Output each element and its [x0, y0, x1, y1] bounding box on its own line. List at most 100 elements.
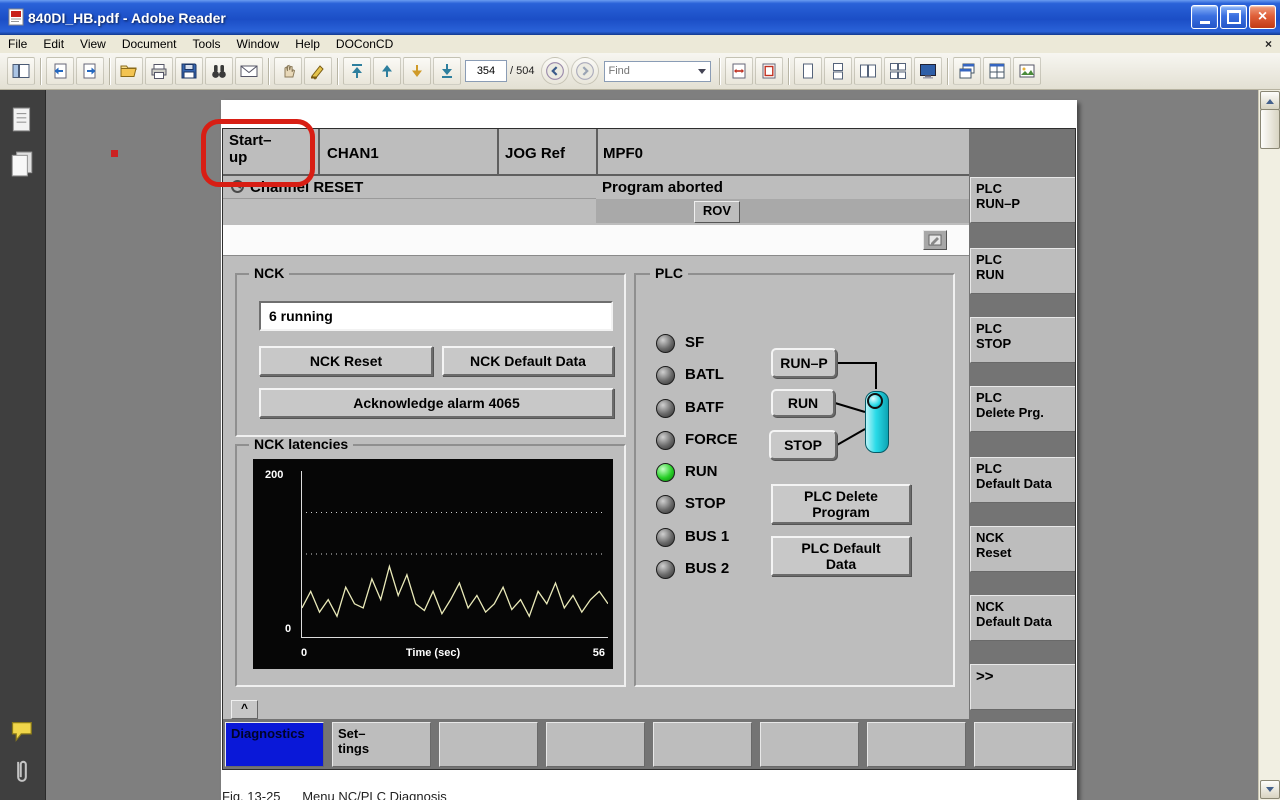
sign-tool-button[interactable]: [304, 57, 332, 85]
nck-reset-button[interactable]: NCK Reset: [259, 346, 433, 376]
scroll-down-button[interactable]: [1260, 780, 1280, 799]
menu-item-tools[interactable]: Tools: [185, 36, 229, 52]
save-button[interactable]: [175, 57, 203, 85]
scrollbar-thumb[interactable]: [1260, 109, 1280, 149]
continuous-button[interactable]: [824, 57, 853, 85]
picture-tasks-button[interactable]: [1013, 57, 1042, 85]
last-page-button[interactable]: [433, 57, 461, 85]
latencies-group-title: NCK latencies: [249, 437, 354, 451]
vertical-scrollbar[interactable]: [1258, 90, 1280, 800]
alarm-line: [223, 225, 969, 256]
find-box[interactable]: [604, 60, 712, 82]
print-button[interactable]: [145, 57, 173, 85]
full-screen-button[interactable]: [914, 57, 943, 85]
facing-button[interactable]: [854, 57, 883, 85]
header-mode-label: JOG Ref: [505, 145, 566, 162]
nck-default-data-button[interactable]: NCK Default Data: [442, 346, 614, 376]
single-page-button[interactable]: [794, 57, 823, 85]
plc-delete-program-button[interactable]: PLC Delete Program: [771, 484, 911, 524]
softkey-settings[interactable]: Set– tings: [332, 722, 431, 767]
open-button[interactable]: [115, 57, 143, 85]
latency-chart: 200 0 0 Time (sec) 56: [253, 459, 613, 669]
minimize-button[interactable]: [1191, 5, 1218, 29]
softkey-nck-reset[interactable]: NCK Reset: [970, 526, 1075, 572]
pages-panel-icon[interactable]: [10, 106, 34, 134]
annotation-mark: [111, 150, 118, 157]
previous-view-button[interactable]: [541, 57, 570, 85]
sign-tool-icon: [311, 65, 324, 80]
bookmarks-panel-icon[interactable]: [10, 150, 34, 178]
tile-windows-button[interactable]: [983, 57, 1012, 85]
page-number-input[interactable]: [465, 60, 507, 82]
recall-softkey[interactable]: ^: [231, 700, 258, 719]
switch-stop-button[interactable]: STOP: [769, 430, 837, 460]
fit-width-button[interactable]: [725, 57, 754, 85]
softkey-plc-default-data[interactable]: PLC Default Data: [970, 457, 1075, 503]
next-page-button[interactable]: [403, 57, 431, 85]
search-button[interactable]: [205, 57, 233, 85]
next-view-icon: [576, 62, 595, 80]
close-button[interactable]: ×: [1249, 5, 1276, 29]
softkey-diagnostics[interactable]: Diagnostics: [225, 722, 324, 767]
softkey-empty-3[interactable]: [439, 722, 538, 767]
toolbar: / 504: [0, 53, 1280, 90]
softkey-plc-run-p[interactable]: PLC RUN–P: [970, 177, 1075, 223]
adobe-reader-window: 840DI_HB.pdf - Adobe Reader × File Edit …: [0, 0, 1280, 800]
menu-item-file[interactable]: File: [0, 36, 35, 52]
led-stop-label: STOP: [685, 495, 726, 512]
softkey-more[interactable]: >>: [970, 664, 1075, 710]
softkey-nck-default-data[interactable]: NCK Default Data: [970, 595, 1075, 641]
navigation-sidebar: [0, 90, 46, 800]
previous-document-button[interactable]: [46, 57, 74, 85]
menu-item-doconcd[interactable]: DOConCD: [328, 36, 401, 52]
fit-page-button[interactable]: [755, 57, 784, 85]
softkey-empty-5[interactable]: [653, 722, 752, 767]
softkey-plc-delete-prg[interactable]: PLC Delete Prg.: [970, 386, 1075, 432]
menu-item-help[interactable]: Help: [287, 36, 328, 52]
plc-default-data-button[interactable]: PLC Default Data: [771, 536, 911, 576]
pencil-icon: [928, 234, 942, 246]
menu-item-edit[interactable]: Edit: [35, 36, 72, 52]
next-view-button[interactable]: [571, 57, 600, 85]
switch-run-p-button[interactable]: RUN–P: [771, 348, 837, 378]
softkey-plc-run[interactable]: PLC RUN: [970, 248, 1075, 294]
attachments-panel-icon[interactable]: [13, 758, 31, 786]
softkey-plc-stop[interactable]: PLC STOP: [970, 317, 1075, 363]
x-axis-max-label: 56: [592, 647, 605, 659]
comments-panel-icon[interactable]: [10, 720, 35, 744]
continuous-facing-button[interactable]: [884, 57, 913, 85]
softkey-empty-8[interactable]: [974, 722, 1073, 767]
navigation-panels-icon: [12, 64, 30, 78]
plc-group-title: PLC: [650, 266, 688, 280]
softkey-empty-4[interactable]: [546, 722, 645, 767]
maximize-button[interactable]: [1220, 5, 1247, 29]
alarm-edit-button[interactable]: [923, 230, 947, 250]
led-stop: [656, 495, 675, 514]
next-document-button[interactable]: [76, 57, 104, 85]
find-dropdown-icon[interactable]: [698, 68, 707, 78]
menu-item-document[interactable]: Document: [114, 36, 185, 52]
continuous-icon: [833, 63, 844, 80]
rov-badge: ROV: [694, 201, 740, 223]
softkey-empty-6[interactable]: [760, 722, 859, 767]
cascade-windows-button[interactable]: [953, 57, 982, 85]
title-bar[interactable]: 840DI_HB.pdf - Adobe Reader ×: [0, 0, 1280, 35]
scroll-up-button[interactable]: [1260, 91, 1280, 110]
first-page-button[interactable]: [343, 57, 371, 85]
email-button[interactable]: [235, 57, 263, 85]
minimize-icon: [1199, 20, 1210, 24]
previous-page-button[interactable]: [373, 57, 401, 85]
hand-tool-button[interactable]: [274, 57, 302, 85]
switch-run-button[interactable]: RUN: [771, 389, 835, 417]
acknowledge-alarm-button[interactable]: Acknowledge alarm 4065: [259, 388, 614, 418]
rov-strip: ROV: [596, 199, 969, 223]
led-force-label: FORCE: [685, 431, 738, 448]
close-icon: ×: [1257, 8, 1268, 25]
menu-item-view[interactable]: View: [72, 36, 114, 52]
led-force: [656, 431, 675, 450]
softkey-empty-7[interactable]: [867, 722, 966, 767]
navigation-panels-button[interactable]: [7, 57, 35, 85]
find-input[interactable]: [605, 62, 697, 80]
menubar-close-icon[interactable]: ×: [1265, 37, 1272, 51]
menu-item-window[interactable]: Window: [229, 36, 288, 52]
